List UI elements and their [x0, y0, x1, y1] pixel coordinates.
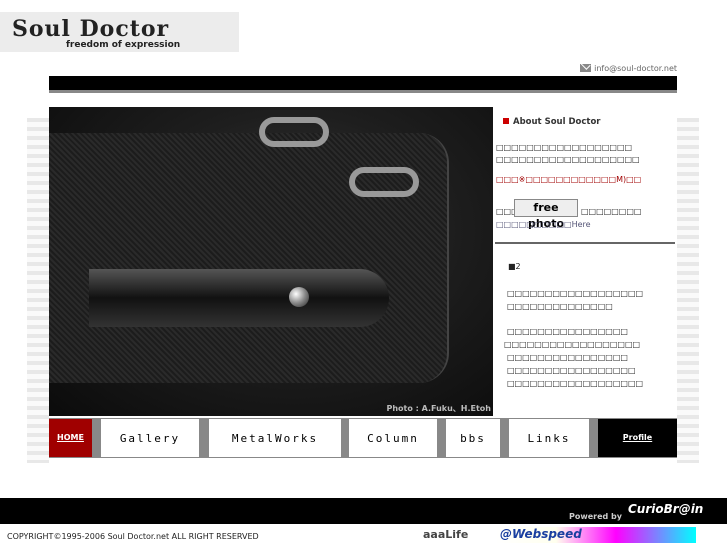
nav-metalworks[interactable]: MetalWorks [209, 419, 341, 457]
about-heading-text: About Soul Doctor [513, 117, 601, 127]
free-photo-banner[interactable]: free photo [514, 199, 578, 230]
top-bar [49, 76, 677, 90]
about-text: □□□□□□□□□□□□□□□□ [507, 353, 628, 362]
section-marker: ■2 [508, 262, 521, 271]
left-ruler-decoration [27, 118, 49, 463]
nav-bbs[interactable]: bbs [446, 419, 500, 457]
nav-bbs-label: bbs [460, 432, 486, 445]
about-notice: □□□※□□□□□□□□□□□□M)□□ [496, 175, 642, 184]
logo-subtitle: freedom of expression [66, 40, 181, 50]
webspeed-banner[interactable]: @Webspeed [496, 527, 696, 543]
photo-buckle [259, 117, 329, 147]
here-link[interactable]: □□□□□□□□□□Here [496, 220, 591, 229]
powered-by-label: Powered by [569, 512, 622, 521]
email-address: info@soul-doctor.net [594, 64, 677, 73]
nav-column[interactable]: Column [349, 419, 437, 457]
red-square-icon [503, 118, 509, 124]
site-logo[interactable]: Soul Doctor freedom of expression [0, 12, 239, 52]
about-text: □□□□□□□□□□□□□□□□□□ [496, 143, 633, 152]
about-text: □□□□□□□□□□□□□□□□□□ [507, 379, 644, 388]
about-text: □□□□□□□□□□□□□□□□ [507, 327, 628, 336]
top-divider [49, 90, 677, 93]
photo-rivet [289, 287, 309, 307]
about-text: □□□□□□□□□□□□□□ [507, 302, 613, 311]
logo-title: Soul Doctor [12, 16, 170, 42]
about-text: □□□□□□□□□□□□□□□□□□ [507, 289, 644, 298]
email-link[interactable]: info@soul-doctor.net [580, 64, 677, 73]
about-heading: About Soul Doctor [503, 117, 601, 127]
main-frame: info@soul-doctor.net Photo : A.Fuku、H.Et… [49, 63, 677, 466]
nav-links[interactable]: Links [509, 419, 589, 457]
about-text: □□□□□□□□□□□□□□□□□□ [504, 340, 641, 349]
about-text: □□□□□□□□ [581, 207, 642, 216]
photo-caption: Photo : A.Fuku、H.Etoh [386, 404, 491, 413]
nav-links-label: Links [527, 432, 571, 445]
copyright-text: COPYRIGHT©1995-2006 Soul Doctor.net ALL … [7, 532, 259, 541]
about-text: □□□□□□□□□□□□□□□□□□□ [496, 155, 640, 164]
about-panel: About Soul Doctor □□□□□□□□□□□□□□□□□□ □□□… [495, 107, 677, 416]
curiobrain-logo[interactable]: CurioBr@in [628, 502, 703, 516]
hero-photo: Photo : A.Fuku、H.Etoh [49, 107, 493, 416]
nav-gallery-label: Gallery [119, 432, 181, 445]
aaalife-badge[interactable]: aaaLife [423, 528, 468, 541]
main-nav: HOME Gallery MetalWorks Column bbs Links… [49, 418, 677, 458]
photo-buckle [349, 167, 419, 197]
nav-column-label: Column [367, 432, 419, 445]
about-text: □□□□□□□□□□□□□□□□□ [507, 366, 636, 375]
mail-icon [580, 64, 592, 72]
nav-home[interactable]: HOME [49, 419, 92, 457]
right-ruler-decoration [677, 118, 699, 463]
footer-bar: Powered by CurioBr@in [0, 498, 727, 524]
panel-divider [495, 242, 675, 244]
nav-metalworks-label: MetalWorks [231, 432, 319, 445]
nav-profile[interactable]: Profile [598, 419, 677, 457]
nav-gallery[interactable]: Gallery [101, 419, 199, 457]
photo-strap [89, 269, 389, 327]
